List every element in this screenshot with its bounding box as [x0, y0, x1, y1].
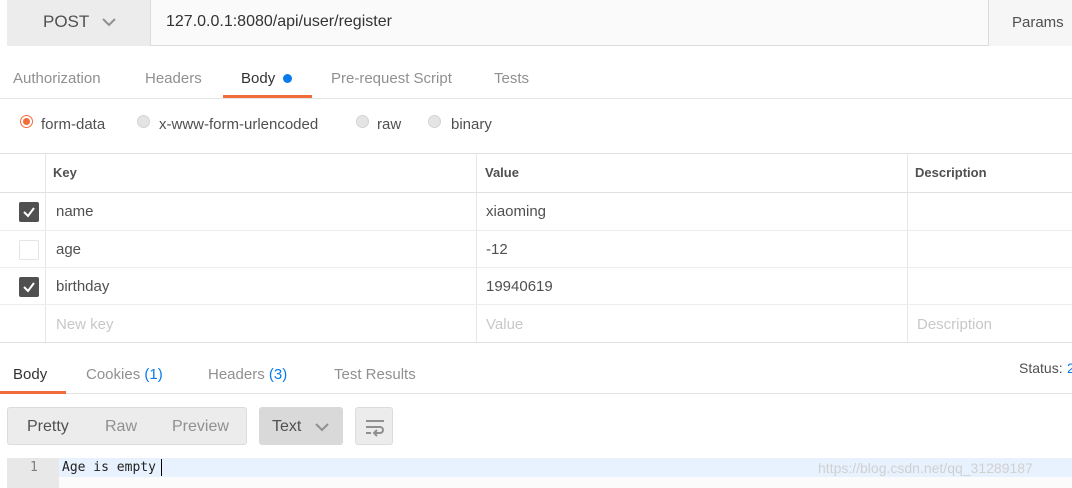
row-divider [0, 230, 1072, 231]
row-key[interactable]: name [56, 203, 94, 220]
url-input[interactable]: 127.0.0.1:8080/api/user/register [166, 13, 392, 31]
header-description: Description [915, 165, 987, 180]
radio-binary-label[interactable]: binary [451, 116, 492, 133]
column-divider [907, 153, 908, 343]
tab-authorization[interactable]: Authorization [13, 70, 101, 87]
chevron-down-icon [315, 423, 329, 432]
response-tab-headers[interactable]: Headers (3) [208, 366, 287, 383]
tab-tests[interactable]: Tests [494, 70, 529, 87]
new-key-input[interactable]: New key [56, 316, 114, 333]
header-divider [0, 192, 1072, 193]
tabs-divider [0, 98, 1072, 99]
tab-label: Cookies [86, 366, 141, 383]
response-tab-body[interactable]: Body [13, 366, 47, 383]
response-tab-cookies[interactable]: Cookies (1) [86, 366, 163, 383]
tab-label: Headers [208, 366, 265, 383]
cookies-count: (1) [144, 366, 163, 383]
params-label: Params [1012, 14, 1064, 31]
row-divider [0, 304, 1072, 305]
row-value[interactable]: -12 [486, 241, 508, 258]
checkbox-check-icon [23, 207, 35, 218]
wrap-lines-icon [366, 420, 384, 437]
response-tab-test-results[interactable]: Test Results [334, 366, 416, 383]
row-key[interactable]: birthday [56, 278, 109, 295]
row-value[interactable]: 19940619 [486, 278, 553, 295]
response-text: Age is empty [62, 460, 156, 475]
line-number: 1 [30, 460, 38, 475]
preview-button[interactable]: Preview [172, 418, 229, 436]
pretty-button[interactable]: Pretty [27, 418, 69, 436]
radio-raw[interactable] [356, 115, 369, 128]
table-top-border [0, 153, 1072, 154]
row-divider [0, 267, 1072, 268]
wrap-lines-button[interactable] [355, 407, 393, 445]
radio-raw-label[interactable]: raw [377, 116, 401, 133]
row-checkbox[interactable] [19, 277, 39, 297]
response-type-label: Text [272, 418, 302, 435]
raw-button[interactable]: Raw [105, 418, 137, 436]
active-response-tab-indicator [0, 391, 66, 394]
tab-pre-request-script[interactable]: Pre-request Script [331, 70, 452, 87]
tab-headers[interactable]: Headers [145, 70, 202, 87]
new-description-input[interactable]: Description [917, 316, 992, 333]
column-divider [476, 153, 477, 343]
response-tabs-divider [0, 393, 1072, 394]
radio-binary[interactable] [428, 115, 441, 128]
chevron-down-icon [102, 18, 116, 27]
header-key: Key [53, 165, 77, 180]
radio-form-data[interactable] [20, 115, 33, 128]
headers-count: (3) [268, 366, 288, 383]
method-label: POST [43, 12, 90, 31]
radio-urlencoded[interactable] [137, 115, 150, 128]
body-modified-dot-icon [283, 74, 292, 83]
row-checkbox[interactable] [19, 202, 39, 222]
row-key[interactable]: age [56, 241, 81, 258]
radio-urlencoded-label[interactable]: x-www-form-urlencoded [159, 116, 318, 133]
new-value-input[interactable]: Value [486, 316, 523, 333]
row-value[interactable]: xiaoming [486, 203, 546, 220]
header-value: Value [485, 165, 519, 180]
text-caret [161, 459, 162, 476]
tab-body[interactable]: Body [241, 70, 275, 87]
watermark: https://blog.csdn.net/qq_31289187 [818, 460, 1033, 476]
status-label: Status: [1019, 360, 1063, 376]
checkbox-check-icon [23, 282, 35, 293]
column-divider [45, 153, 46, 343]
radio-form-data-label[interactable]: form-data [41, 116, 105, 133]
row-checkbox[interactable] [19, 240, 39, 260]
status-value: 2 [1067, 360, 1072, 376]
